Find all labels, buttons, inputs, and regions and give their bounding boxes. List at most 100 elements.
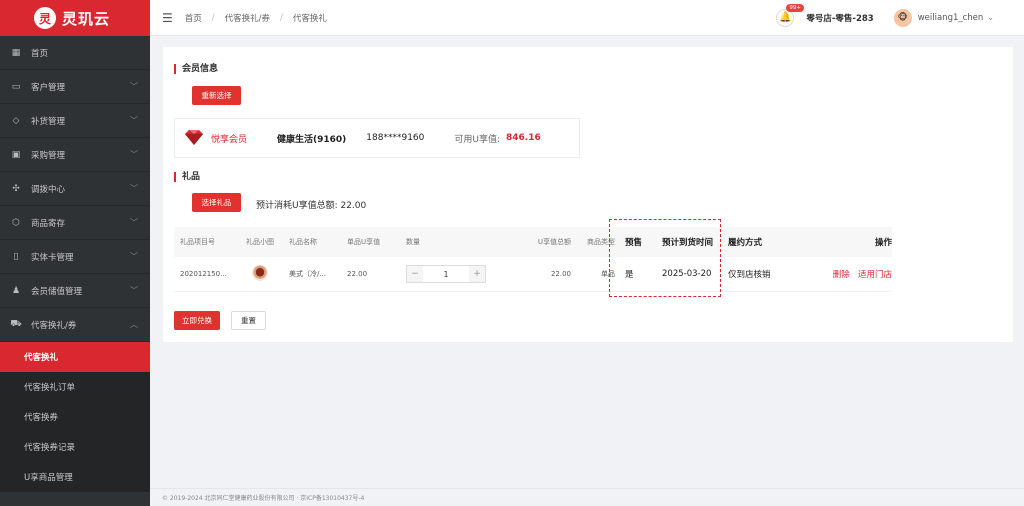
book-icon: ▯ <box>13 251 19 262</box>
quantity-stepper: − 1 + <box>406 265 486 283</box>
breadcrumb-exchange[interactable]: 代客换礼/券 <box>225 12 270 24</box>
chevron-down-icon: ﹀ <box>130 218 138 227</box>
column-header: U享值总额 <box>537 238 571 246</box>
gift-section-title: 礼品 <box>174 172 200 182</box>
sidebar-item-label: 采购管理 <box>31 150 66 161</box>
main-card: 会员信息 重新选择 悦享会员 健康生活(9160) 188****9160 可用… <box>163 47 1013 342</box>
transfer-icon: ✣ <box>12 183 20 194</box>
top-header: ☰ 首页 / 代客换礼/券 / 代客换礼 🔔 99+ 零号店-零售-283 🐵 … <box>150 0 1024 36</box>
qty-plus-button[interactable]: + <box>469 266 485 282</box>
sidebar-item-2[interactable]: ◇ 补货管理 ﹀ <box>0 104 150 138</box>
logo-mark-icon: 灵 <box>34 7 56 29</box>
member-name: 健康生活(9160) <box>277 134 347 145</box>
breadcrumb-separator: / <box>280 12 283 23</box>
highlight-box <box>609 219 721 297</box>
cell-fulfillment: 仅到店核销 <box>728 270 771 280</box>
chevron-down-icon: ﹀ <box>130 184 138 193</box>
column-header: 履约方式 <box>728 238 763 248</box>
cart-icon: ⛟ <box>10 319 22 329</box>
sidebar-submenu: 代客换礼 代客换礼订单 代客换券 代客换券记录 U享商品管理 <box>0 342 150 492</box>
sidebar-item-8[interactable]: ⛟ 代客换礼/券 ︿ <box>0 308 150 342</box>
sidebar-item-1[interactable]: ▭ 客户管理 ﹀ <box>0 70 150 104</box>
notification-bell-icon[interactable]: 🔔 99+ <box>776 3 804 27</box>
column-header: 礼品项目号 <box>180 238 215 246</box>
member-level: 悦享会员 <box>211 134 248 145</box>
breadcrumb-current: 代客换礼 <box>292 13 327 24</box>
sidebar-item-label: 首页 <box>31 48 49 59</box>
sidebar-subitem-3[interactable]: 代客换券记录 <box>0 432 150 462</box>
applicable-stores-link[interactable]: 适用门店 <box>858 270 892 280</box>
diamond-icon: ◇ <box>12 115 20 126</box>
chevron-down-icon: ﹀ <box>130 286 138 295</box>
menu-collapse-icon[interactable]: ☰ <box>162 11 173 25</box>
sidebar-menu: ▦ 首页 ▭ 客户管理 ﹀ ◇ 补货管理 ﹀ ▣ 采购管理 ﹀ ✣ 调拨中心 ﹀ ⬡ 商品寄存 ﹀ ▯ 实体卡管理 ﹀… <box>0 36 150 492</box>
store-name[interactable]: 零号店-零售-283 <box>806 12 873 24</box>
qty-input[interactable]: 1 <box>423 270 469 279</box>
member-phone: 188****9160 <box>366 133 425 143</box>
sidebar-item-label: 客户管理 <box>31 82 66 93</box>
username[interactable]: weiliang1_chen <box>918 13 984 23</box>
column-header: 礼品名称 <box>289 238 317 246</box>
member-info-box: 悦享会员 健康生活(9160) 188****9160 可用U享值: 846.1… <box>174 118 580 158</box>
sidebar-item-label: 实体卡管理 <box>31 252 74 263</box>
breadcrumb: 首页 / 代客换礼/券 / 代客换礼 <box>185 12 327 24</box>
footer: © 2019-2024 北京同仁堂健康药业股份有限公司 · 京ICP备13010… <box>150 488 1024 506</box>
sidebar-subitem-2[interactable]: 代客换券 <box>0 402 150 432</box>
sidebar-item-label: 补货管理 <box>31 116 66 127</box>
breadcrumb-separator: / <box>211 12 215 23</box>
select-gift-button[interactable]: 选择礼品 <box>192 193 241 212</box>
column-header: 数量 <box>406 238 420 246</box>
chevron-down-icon: ﹀ <box>130 252 138 261</box>
cell-operations: 删除 适用门店 <box>792 268 892 280</box>
chevron-down-icon: ﹀ <box>130 150 138 159</box>
chevron-down-icon: ﹀ <box>130 116 138 125</box>
breadcrumb-home[interactable]: 首页 <box>185 12 202 24</box>
sidebar-item-label: 代客换礼/券 <box>31 320 77 331</box>
chevron-down-icon: ﹀ <box>130 82 138 91</box>
balance-label: 可用U享值: <box>454 134 501 145</box>
sidebar-item-5[interactable]: ⬡ 商品寄存 ﹀ <box>0 206 150 240</box>
cell-qty: − 1 + <box>403 265 507 283</box>
delete-link[interactable]: 删除 <box>833 270 850 280</box>
qty-minus-button[interactable]: − <box>407 266 423 282</box>
cell-unit-value: 22.00 <box>347 270 368 278</box>
cell-total-value: 22.00 <box>550 270 571 278</box>
app-logo[interactable]: 灵 灵玑云 <box>0 0 150 36</box>
sidebar-item-label: 商品寄存 <box>31 218 66 229</box>
sidebar-subitem-0[interactable]: 代客换礼 <box>0 342 150 372</box>
sidebar-subitem-1[interactable]: 代客换礼订单 <box>0 372 150 402</box>
sidebar-item-label: 会员储值管理 <box>31 286 83 297</box>
table-header: 礼品项目号 礼品小图 礼品名称 单品U享值 数量 U享值总额 商品类型 预售 预计到货时间 履约方… <box>174 227 892 257</box>
gem-icon <box>185 130 203 145</box>
app-name: 灵玑云 <box>62 9 111 28</box>
notification-badge: 99+ <box>786 3 804 12</box>
coffee-thumbnail[interactable] <box>252 265 268 281</box>
header-right: 🔔 99+ 零号店-零售-283 🐵 weiliang1_chen ⌄ <box>776 3 1024 27</box>
sidebar-item-3[interactable]: ▣ 采购管理 ﹀ <box>0 138 150 172</box>
box-icon: ⬡ <box>12 217 20 228</box>
table-row: 202012150... 美式（冷/... 22.00 − 1 + 22.00 … <box>174 257 892 292</box>
cell-thumb <box>235 265 285 283</box>
balance-value: 846.16 <box>506 133 541 143</box>
cell-name: 美式（冷/... <box>289 270 327 278</box>
column-header: 礼品小图 <box>246 238 274 246</box>
sidebar-item-4[interactable]: ✣ 调拨中心 ﹀ <box>0 172 150 206</box>
reset-button[interactable]: 重置 <box>231 311 266 330</box>
cell-code: 202012150... <box>180 270 227 278</box>
avatar[interactable]: 🐵 <box>893 8 912 27</box>
sidebar-item-6[interactable]: ▯ 实体卡管理 ﹀ <box>0 240 150 274</box>
gift-table: 礼品项目号 礼品小图 礼品名称 单品U享值 数量 U享值总额 商品类型 预售 预计到货时间 履约方… <box>174 227 892 292</box>
reselect-button[interactable]: 重新选择 <box>192 86 241 105</box>
exchange-now-button[interactable]: 立即兑换 <box>174 311 220 330</box>
sidebar-subitem-4[interactable]: U享商品管理 <box>0 462 150 492</box>
chevron-down-icon[interactable]: ⌄ <box>987 13 994 22</box>
sidebar-item-7[interactable]: ♟ 会员储值管理 ﹀ <box>0 274 150 308</box>
grid-icon: ▦ <box>11 47 21 58</box>
member-section-title: 会员信息 <box>174 64 218 74</box>
sidebar-item-0[interactable]: ▦ 首页 <box>0 36 150 70</box>
sidebar: 灵 灵玑云 ▦ 首页 ▭ 客户管理 ﹀ ◇ 补货管理 ﹀ ▣ 采购管理 ﹀ ✣ 调拨中心 ﹀ ⬡ 商品寄存 ﹀ ▯… <box>0 0 150 506</box>
members-icon: ♟ <box>11 285 21 296</box>
total-estimate: 预计消耗U享值总额: 22.00 <box>256 201 367 211</box>
customer-icon: ▭ <box>11 81 21 92</box>
sidebar-item-label: 调拨中心 <box>31 184 66 195</box>
